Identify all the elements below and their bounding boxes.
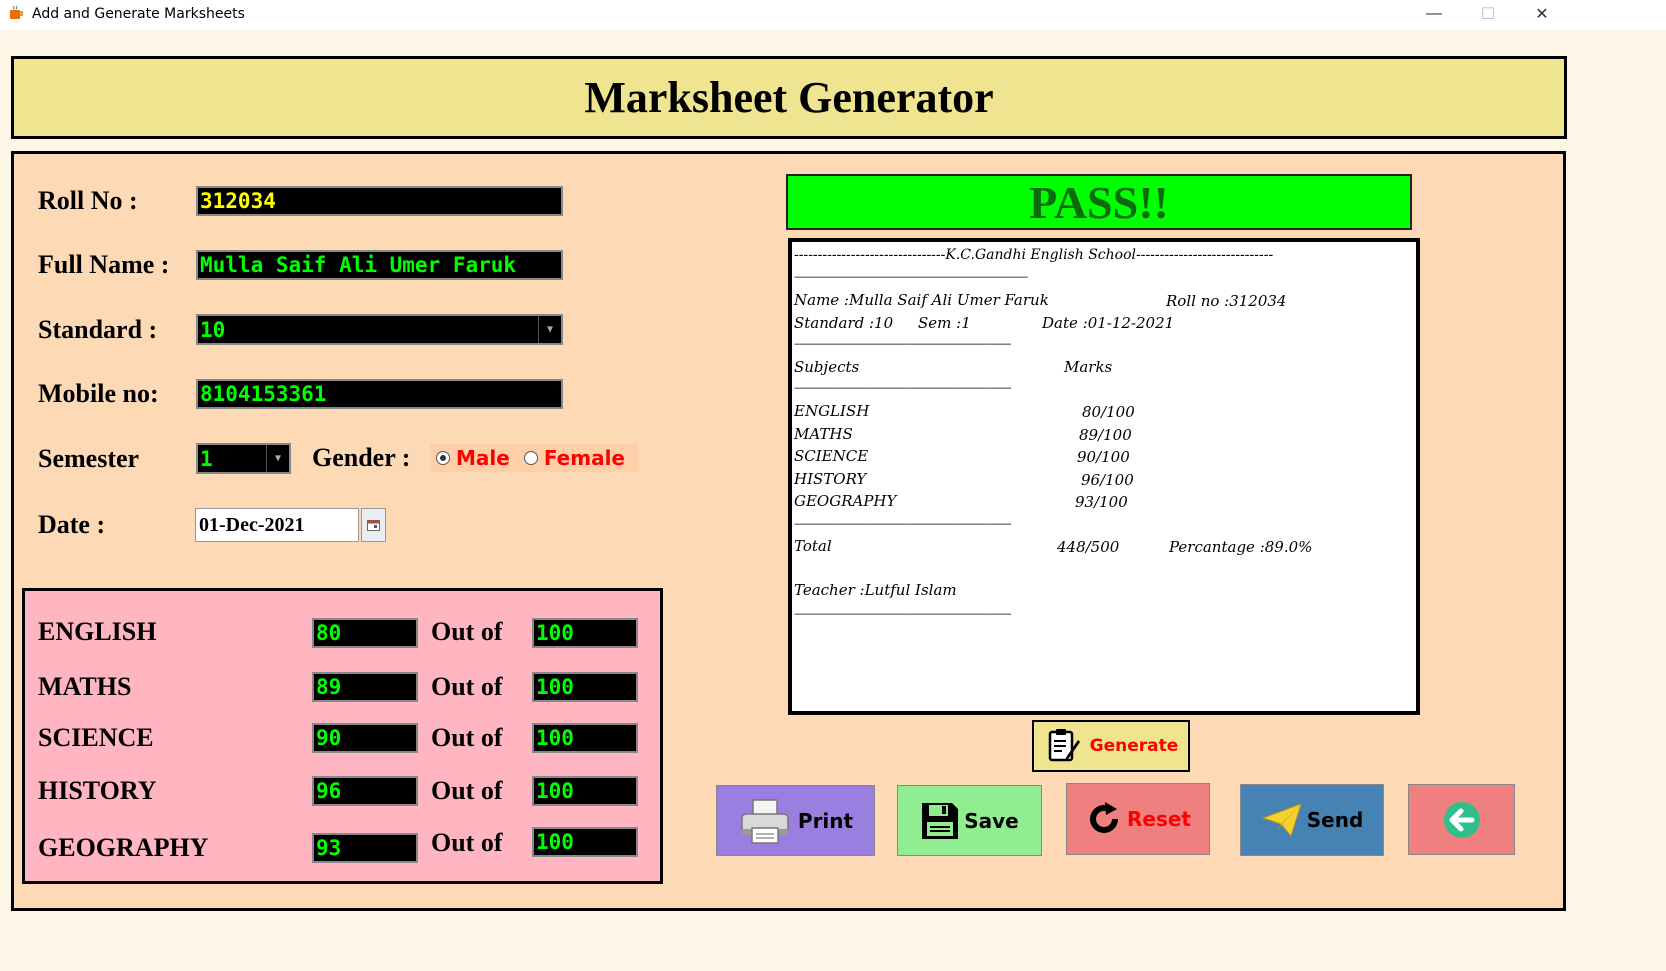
refresh-icon — [1090, 802, 1118, 833]
roll-label: Roll No : — [38, 186, 138, 215]
gender-radio-group: Male Female — [430, 444, 638, 472]
subject-name: HISTORY — [38, 776, 157, 805]
marks-input[interactable]: 90 — [312, 723, 418, 753]
arrow-left-circle-icon — [1443, 801, 1480, 838]
sheet-subject: ENGLISH — [794, 402, 870, 420]
subject-name: ENGLISH — [38, 617, 157, 646]
total-value: 448/500 — [1057, 538, 1120, 556]
standard-label: Standard : — [38, 315, 158, 344]
semester-value: 1 — [200, 446, 213, 471]
back-button[interactable] — [1408, 784, 1515, 855]
marks-header: Marks — [1064, 358, 1113, 376]
maximize-button[interactable]: ☐ — [1460, 0, 1516, 28]
total-label: Total — [794, 537, 832, 555]
outof-label: Out of — [431, 617, 503, 646]
chevron-down-icon[interactable]: ▼ — [538, 316, 561, 343]
generate-label: Generate — [1089, 736, 1179, 756]
marks-input[interactable]: 96 — [312, 776, 418, 806]
outof-label: Out of — [431, 776, 503, 805]
date-label: Date : — [38, 510, 106, 539]
school-line: --------------------------------K.C.Gand… — [794, 247, 1274, 263]
send-button[interactable]: Send — [1240, 784, 1384, 856]
total-input[interactable]: 100 — [532, 618, 638, 648]
standard-select[interactable]: 10 ▼ — [196, 314, 563, 345]
male-radio[interactable] — [436, 451, 450, 465]
outof-label: Out of — [431, 723, 503, 752]
printer-icon — [741, 798, 789, 844]
percentage-line: Percantage :89.0% — [1169, 538, 1313, 556]
mobile-input[interactable]: 8104153361 — [196, 379, 563, 409]
subject-name: GEOGRAPHY — [38, 833, 209, 862]
print-button[interactable]: Print — [716, 785, 875, 856]
student-name-line: Name :Mulla Saif Ali Umer Faruk — [794, 291, 1049, 309]
subject-name: MATHS — [38, 672, 132, 701]
save-label: Save — [964, 808, 1019, 833]
outof-label: Out of — [431, 672, 503, 701]
sheet-marks: 89/100 — [1079, 426, 1132, 444]
calendar-button[interactable] — [361, 508, 386, 542]
paper-plane-icon — [1261, 803, 1302, 838]
total-input[interactable]: 100 — [532, 723, 638, 753]
reset-button[interactable]: Reset — [1066, 783, 1210, 855]
name-input[interactable]: Mulla Saif Ali Umer Faruk — [196, 250, 563, 280]
name-label: Full Name : — [38, 250, 170, 279]
sheet-marks: 90/100 — [1077, 448, 1130, 466]
male-label[interactable]: Male — [456, 446, 510, 470]
sheet-subject: MATHS — [794, 425, 853, 443]
teacher-line: Teacher :Lutful Islam — [794, 581, 957, 599]
mobile-label: Mobile no: — [38, 379, 159, 408]
separator: ----------------------------------------… — [794, 383, 1011, 394]
page-title: Marksheet Generator — [584, 73, 994, 122]
roll-line: Roll no :312034 — [1166, 292, 1287, 310]
female-radio[interactable] — [523, 451, 538, 465]
window-titlebar: Add and Generate Marksheets — ☐ ✕ — [0, 0, 1666, 30]
marks-input[interactable]: 89 — [312, 672, 418, 702]
date-line: Date :01-12-2021 — [1042, 314, 1175, 332]
reset-label: Reset — [1127, 807, 1191, 831]
sheet-marks: 96/100 — [1081, 471, 1134, 489]
marksheet-preview[interactable]: --------------------------------K.C.Gand… — [788, 238, 1420, 715]
separator: ----------------------------------------… — [794, 339, 1011, 350]
separator: ----------------------------------------… — [794, 272, 1028, 283]
sheet-subject: GEOGRAPHY — [794, 492, 897, 510]
gender-label: Gender : — [312, 443, 411, 472]
sheet-marks: 93/100 — [1075, 493, 1128, 511]
sheet-marks: 80/100 — [1082, 403, 1135, 421]
close-button[interactable]: ✕ — [1514, 0, 1570, 28]
semester-label: Semester — [38, 444, 140, 473]
marks-input[interactable]: 93 — [312, 833, 418, 863]
floppy-disk-icon — [922, 802, 959, 839]
send-label: Send — [1306, 808, 1364, 832]
sheet-subject: HISTORY — [794, 470, 867, 488]
calendar-icon — [367, 519, 380, 531]
separator: ----------------------------------------… — [794, 609, 1011, 620]
subject-name: SCIENCE — [38, 723, 154, 752]
total-input[interactable]: 100 — [532, 776, 638, 806]
generate-button[interactable]: Generate — [1032, 720, 1190, 772]
minimize-button[interactable]: — — [1406, 0, 1462, 28]
subjects-header: Subjects — [794, 358, 860, 376]
document-edit-icon — [1048, 729, 1080, 762]
standard-line: Standard :10 — [794, 314, 894, 332]
date-input[interactable]: 01-Dec-2021 — [195, 508, 359, 542]
roll-input[interactable]: 312034 — [196, 186, 563, 216]
total-input[interactable]: 100 — [532, 827, 638, 857]
print-label: Print — [797, 808, 854, 833]
window-title: Add and Generate Marksheets — [32, 6, 245, 22]
chevron-down-icon[interactable]: ▼ — [266, 445, 289, 472]
separator: ----------------------------------------… — [794, 519, 1011, 530]
sheet-subject: SCIENCE — [794, 447, 869, 465]
total-input[interactable]: 100 — [532, 672, 638, 702]
marks-input[interactable]: 80 — [312, 618, 418, 648]
semester-select[interactable]: 1 ▼ — [196, 443, 291, 474]
standard-value: 10 — [200, 317, 226, 342]
sem-line: Sem :1 — [918, 314, 971, 332]
result-status: PASS!! — [786, 174, 1412, 230]
outof-label: Out of — [431, 828, 503, 857]
save-button[interactable]: Save — [897, 785, 1042, 856]
female-label[interactable]: Female — [544, 446, 625, 470]
header-panel: Marksheet Generator — [11, 56, 1567, 139]
java-icon — [10, 5, 23, 19]
